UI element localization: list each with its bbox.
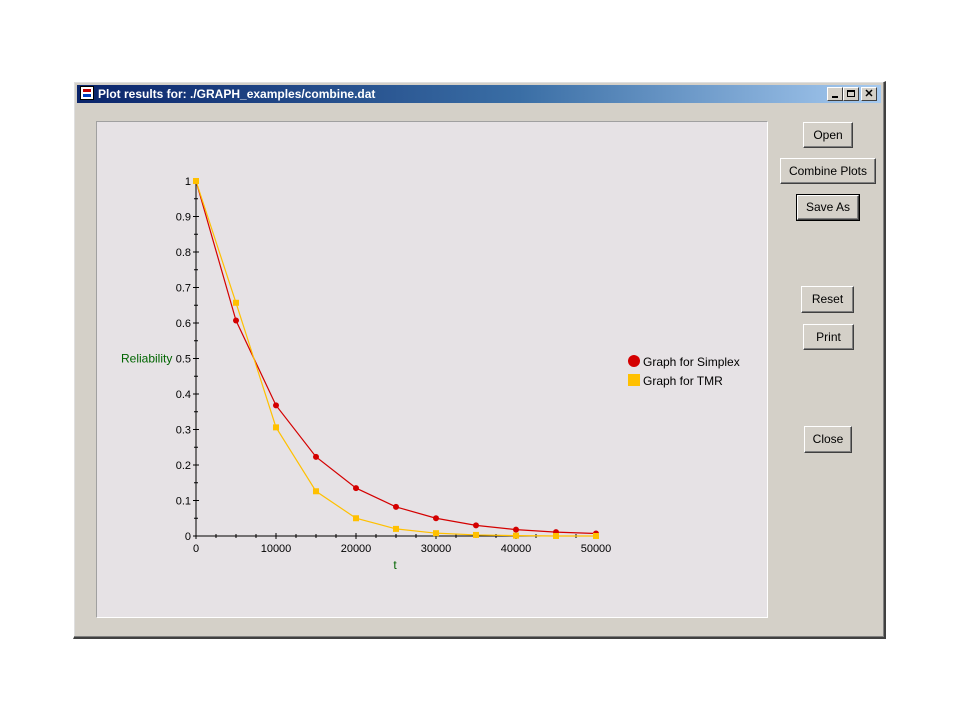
legend-label: Graph for TMR bbox=[643, 374, 723, 388]
data-point bbox=[353, 515, 359, 522]
print-button-label: Print bbox=[816, 330, 841, 344]
data-point bbox=[473, 522, 479, 529]
data-point bbox=[193, 178, 199, 184]
close-window-button[interactable]: ✕ bbox=[861, 87, 877, 101]
plot-results-window: Plot results for: ./GRAPH_examples/combi… bbox=[73, 81, 886, 639]
data-point bbox=[273, 424, 279, 431]
y-tick-label: 0.2 bbox=[176, 460, 191, 472]
y-tick-label: 0.7 bbox=[176, 283, 191, 295]
maximize-button[interactable] bbox=[843, 87, 859, 101]
legend-label: Graph for Simplex bbox=[643, 355, 740, 369]
x-tick-label: 50000 bbox=[581, 543, 612, 555]
legend-marker bbox=[628, 355, 640, 367]
y-tick-label: 0.3 bbox=[176, 425, 191, 437]
data-point bbox=[233, 299, 239, 306]
print-button[interactable]: Print bbox=[803, 324, 854, 350]
app-icon[interactable] bbox=[80, 86, 94, 100]
data-point bbox=[553, 533, 559, 539]
y-tick-label: 0.4 bbox=[176, 389, 191, 401]
maximize-icon bbox=[847, 90, 855, 97]
y-tick-label: 0.5 bbox=[176, 354, 191, 366]
data-point bbox=[513, 532, 519, 539]
legend-marker bbox=[628, 374, 640, 386]
data-point bbox=[433, 530, 439, 537]
plot-area: 0 0.1 0.2 0.3 0.4 0.5 0.6 0.7 0.8 0.9 1 0 10000 20000… bbox=[96, 121, 768, 618]
x-tick-label: 0 bbox=[193, 543, 199, 555]
x-tick-label: 30000 bbox=[421, 543, 452, 555]
open-button-label: Open bbox=[813, 128, 843, 142]
x-axis-label: t bbox=[393, 558, 397, 572]
open-button[interactable]: Open bbox=[803, 122, 853, 148]
x-tick-label: 40000 bbox=[501, 543, 532, 555]
combine-plots-button[interactable]: Combine Plots bbox=[780, 158, 876, 184]
y-tick-label: 0.6 bbox=[176, 318, 191, 330]
save-as-button-label: Save As bbox=[805, 200, 851, 214]
minimize-button[interactable] bbox=[827, 87, 843, 101]
data-point bbox=[393, 503, 399, 510]
series-line-simplex bbox=[195, 180, 597, 535]
series-line-tmr bbox=[195, 180, 596, 537]
y-tick-label: 1 bbox=[185, 176, 191, 188]
window-title: Plot results for: ./GRAPH_examples/combi… bbox=[98, 87, 376, 101]
x-tick-label: 10000 bbox=[261, 543, 292, 555]
combine-plots-button-label: Combine Plots bbox=[788, 164, 868, 178]
reliability-chart: 0 0.1 0.2 0.3 0.4 0.5 0.6 0.7 0.8 0.9 1 0 10000 20000… bbox=[121, 176, 740, 572]
y-tick-label: 0.9 bbox=[176, 212, 191, 224]
data-point bbox=[513, 526, 519, 533]
y-tick-label: 0 bbox=[185, 531, 191, 543]
y-tick-label: 0.8 bbox=[176, 247, 191, 259]
close-icon: ✕ bbox=[864, 88, 874, 100]
minimize-icon bbox=[832, 96, 838, 98]
data-point bbox=[393, 525, 399, 532]
data-point bbox=[313, 488, 319, 495]
reset-button[interactable]: Reset bbox=[801, 286, 854, 313]
x-tick-label: 20000 bbox=[341, 543, 372, 555]
y-axis-label: Reliability bbox=[121, 352, 172, 366]
title-bar[interactable]: Plot results for: ./GRAPH_examples/combi… bbox=[77, 85, 881, 103]
save-as-button[interactable]: Save As bbox=[796, 194, 860, 221]
data-point bbox=[273, 402, 279, 409]
reset-button-label: Reset bbox=[811, 292, 844, 306]
data-point bbox=[353, 485, 359, 492]
close-button-label: Close bbox=[812, 432, 844, 446]
close-button[interactable]: Close bbox=[804, 426, 852, 453]
data-point bbox=[313, 453, 319, 460]
data-point bbox=[433, 515, 439, 522]
data-point bbox=[473, 531, 479, 538]
data-point bbox=[233, 317, 239, 324]
data-point bbox=[593, 533, 599, 539]
y-tick-label: 0.1 bbox=[176, 496, 191, 508]
